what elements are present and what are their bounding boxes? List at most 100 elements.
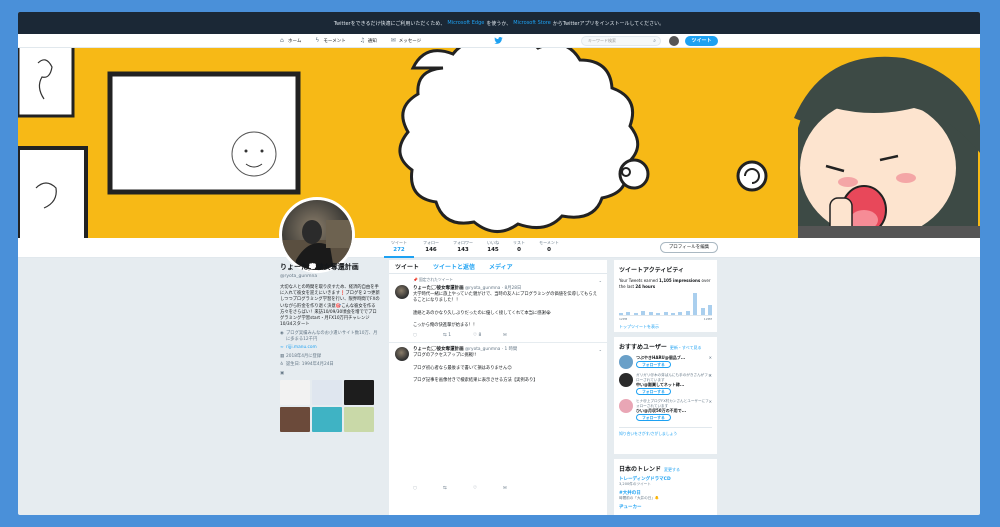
stat-moments[interactable]: モーメント 0 [532, 240, 566, 253]
suggest-refresh-link[interactable]: 更新・すべて見る [670, 345, 702, 350]
notice-store-link[interactable]: Microsoft Store [513, 20, 551, 26]
follow-button[interactable]: フォローする [636, 361, 671, 368]
profile-birthday-text: 誕生日: 1994年4月24日 [286, 362, 334, 368]
suggested-user-name[interactable]: つぶやきHARU@個品ブ... [636, 355, 685, 360]
pinned-label: 固定されたツイート [418, 277, 454, 282]
stat-tweets-value: 272 [393, 247, 405, 253]
suggest-title: おすすめユーザー 更新・すべて見る [619, 344, 702, 351]
tab-media[interactable]: メディア [489, 262, 513, 271]
suggested-user[interactable]: ヒナ@上ブログFX村カンさんとユーザーにフォローされています ひい@月収50万の… [619, 399, 712, 421]
suggested-user-avatar[interactable] [619, 373, 633, 387]
stat-followers[interactable]: フォロワー 143 [448, 240, 478, 253]
notice-suffix: からTwitterアプリをインストールしてください。 [552, 20, 665, 27]
tab-tweets-and-replies[interactable]: ツイートと返信 [433, 262, 475, 271]
timeline-tabs: ツイート ツイートと返信 メディア [389, 260, 607, 274]
chevron-down-icon[interactable]: ⌄ [599, 278, 602, 283]
trend-item[interactable]: #大井の日 時間前の「大井の日」🐥 [619, 490, 712, 501]
dismiss-icon[interactable]: ✕ [709, 355, 712, 360]
photo-thumb[interactable] [280, 407, 310, 433]
profile-url[interactable]: ∞ rijji.manu.com [280, 345, 380, 351]
photos-header[interactable]: ▣ [280, 371, 380, 377]
nav-messages[interactable]: ✉ メッセージ [391, 37, 422, 44]
suggested-user[interactable]: つぶやきHARU@個品ブ... フォローする ✕ [619, 355, 712, 369]
nav-home[interactable]: ⌂ ホーム [280, 37, 301, 44]
tweet-author-handle[interactable]: @ryota_gunmna [465, 286, 500, 291]
tab-tweets[interactable]: ツイート [395, 262, 419, 271]
notice-edge-link[interactable]: Microsoft Edge [447, 20, 484, 26]
profile-name[interactable]: りょーた💭彼女奪還計画 [280, 262, 380, 272]
tweet-avatar[interactable] [395, 347, 409, 362]
profile-sidebar: りょーた💭彼女奪還計画 @ryota_gunmna 大切な人との時間を取り戻すた… [280, 262, 380, 433]
tweet-avatar[interactable] [395, 285, 409, 299]
retweet-icon[interactable]: ⇆ 1 [443, 333, 473, 338]
sparkline-bar [700, 308, 705, 315]
tweet-activity-card: ツイートアクティビティ Your Tweets earned 1,105 imp… [614, 260, 717, 332]
tweet-author-name[interactable]: りょーた💭彼女奪還計画 [413, 286, 464, 291]
sparkline-bar [633, 312, 638, 315]
profile-joined-text: 2018年4月に登録 [286, 353, 322, 359]
photo-thumb[interactable] [280, 380, 310, 406]
suggested-user-name[interactable]: 中い@副業してネット稼... [636, 382, 712, 387]
tweet-author-name[interactable]: りょーた💭彼女奪還計画 [413, 347, 464, 352]
tweet-time[interactable]: 1 時間 [505, 347, 518, 352]
nav-messages-label: メッセージ [398, 38, 422, 44]
suggested-user[interactable]: ガリガリ@木の芽ばんにも手のがきさんがフォローされています 中い@副業してネット… [619, 373, 712, 395]
stat-lists[interactable]: リスト 0 [504, 240, 534, 253]
compose-tweet-button[interactable]: ツイート [685, 36, 718, 46]
tweet-item[interactable]: 📌 固定されたツイート ⌄ りょーた💭彼女奪還計画 @ryota_gunmna … [389, 274, 607, 344]
trend-item[interactable]: トレーディングドラマCD 3,200件のツイート [619, 476, 712, 487]
trend-count: 時間前の「大井の日」🐥 [619, 496, 660, 500]
search-input[interactable]: キーワード検索 ⌕ [581, 36, 661, 46]
tweet-text: ブログのアクセスアップに挑戦!! ブログ初心者なら最後まで書いて損はありません😊… [413, 353, 538, 384]
twitter-bird-icon[interactable] [494, 37, 503, 44]
dismiss-icon[interactable]: ✕ [709, 399, 712, 404]
photo-thumb[interactable] [312, 407, 342, 433]
follow-button[interactable]: フォローする [636, 388, 671, 395]
suggested-user-avatar[interactable] [619, 399, 633, 413]
account-avatar[interactable] [669, 36, 679, 46]
notice-middle: を使うか、 [486, 20, 512, 27]
tweet-header: りょーた💭彼女奪還計画 @ryota_gunmna · 1 時間 [413, 347, 518, 353]
retweet-icon[interactable]: ⇆ [443, 486, 473, 491]
trend-item[interactable]: ヂューカー [619, 504, 712, 510]
like-icon[interactable]: ♡ 8 [473, 333, 503, 338]
stat-tweets[interactable]: ツイート 272 [384, 240, 414, 258]
avatar-photo [282, 220, 352, 270]
follow-button[interactable]: フォローする [636, 414, 671, 421]
dm-icon[interactable]: ✉ [503, 333, 533, 338]
dm-icon[interactable]: ✉ [503, 486, 533, 491]
photo-thumb[interactable] [344, 380, 374, 406]
trends-title: 日本のトレンド 変更する [619, 466, 681, 473]
stat-following[interactable]: フォロー 146 [416, 240, 446, 253]
photo-thumb[interactable] [344, 407, 374, 433]
sparkline-bar [663, 311, 668, 315]
profile-url-text[interactable]: rijji.manu.com [286, 345, 317, 351]
reply-icon[interactable]: ◌ [413, 486, 443, 491]
trend-name[interactable]: ヂューカー [619, 504, 712, 510]
find-friends-link[interactable]: 知り合いをさがす/さがしましょう [619, 427, 712, 437]
trends-card: 日本のトレンド 変更する トレーディングドラマCD 3,200件のツイート #大井… [614, 459, 717, 515]
sparkline-label-left: 12PM [619, 317, 628, 321]
like-icon[interactable]: ♡ [473, 486, 503, 491]
tweet-author-handle[interactable]: @ryota_gunmna [465, 347, 500, 352]
edit-profile-button[interactable]: プロフィールを編集 [660, 242, 718, 253]
profile-handle[interactable]: @ryota_gunmna [280, 274, 380, 279]
suggested-user-name[interactable]: ひい@月収50万の不用で... [636, 408, 712, 413]
reply-icon[interactable]: ◌ [413, 333, 443, 338]
chevron-down-icon[interactable]: ⌄ [599, 347, 602, 352]
nav-moments[interactable]: ϟ モーメント [315, 37, 345, 44]
photo-thumb[interactable] [312, 380, 342, 406]
tweet-item[interactable]: ⌄ りょーた💭彼女奪還計画 @ryota_gunmna · 1 時間 ブログのア… [389, 343, 607, 495]
tweet-time[interactable]: 8月28日 [505, 286, 522, 291]
nav-notifications[interactable]: ♫ 通知 [360, 37, 377, 44]
top-navigation: ⌂ ホーム ϟ モーメント ♫ 通知 ✉ メッセージ キーワード検索 ⌕ ツイー… [18, 34, 980, 48]
sparkline-label-right: 12PM [703, 317, 712, 321]
suggested-user-avatar[interactable] [619, 355, 633, 369]
suggested-user-context: ヒナ@上ブログFX村カンさんとユーザーにフォローされています [636, 399, 709, 408]
top-tweets-link[interactable]: トップツイートを表示 [619, 324, 712, 330]
search-icon[interactable]: ⌕ [653, 37, 656, 45]
sparkline-bar [678, 311, 683, 315]
trends-change-link[interactable]: 変更する [664, 467, 680, 472]
activity-sparkline[interactable]: 12PM 12PM [619, 292, 712, 321]
dismiss-icon[interactable]: ✕ [709, 373, 712, 378]
